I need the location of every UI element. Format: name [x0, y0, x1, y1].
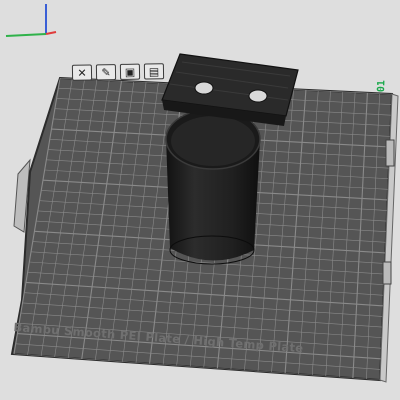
- lock-plate-icon[interactable]: ▤: [143, 63, 165, 80]
- plate-settings-icon[interactable]: ▣: [119, 63, 141, 80]
- 3d-viewport[interactable]: ✕ ✎ ▣ ▤ 01 Bambu Smooth PEI Plate / High…: [0, 0, 400, 400]
- axis-gizmo: [5, 4, 57, 37]
- plate-right-marker: [385, 139, 395, 167]
- plate-toolbar: ✕ ✎ ▣ ▤: [71, 63, 165, 81]
- arrange-plate-icon[interactable]: ✎: [95, 64, 117, 81]
- cylinder-model[interactable]: [165, 108, 261, 265]
- plate-right-marker-2: [382, 261, 392, 285]
- plate-index-label: 01: [376, 79, 388, 93]
- close-plate-icon[interactable]: ✕: [71, 64, 93, 81]
